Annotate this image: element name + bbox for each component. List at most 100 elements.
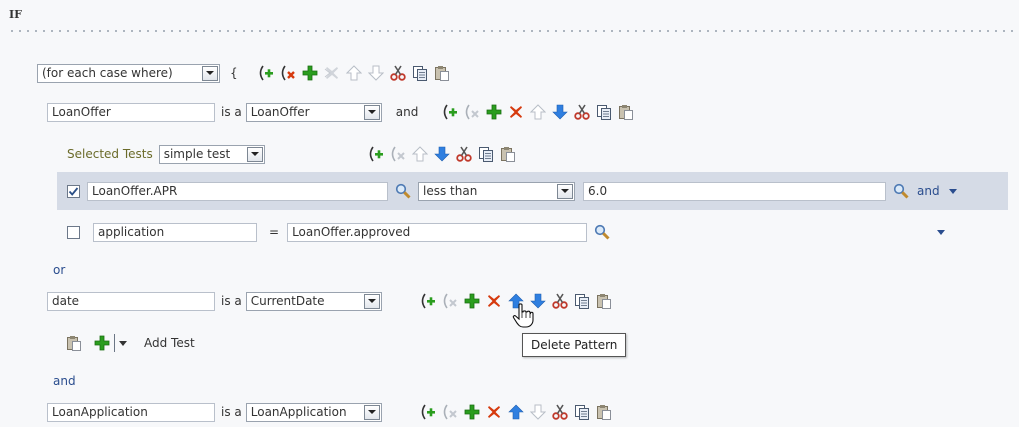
checkmark-icon xyxy=(68,186,79,196)
move-up-disabled-icon xyxy=(412,146,428,162)
pattern-toolbar xyxy=(442,104,634,120)
move-up-disabled-icon xyxy=(346,65,362,81)
pattern-type-select[interactable]: LoanOffer xyxy=(245,102,382,122)
copy-icon[interactable] xyxy=(412,65,428,81)
move-down-icon[interactable] xyxy=(434,146,450,162)
copy-icon[interactable] xyxy=(478,146,494,162)
if-label: IF xyxy=(9,8,22,21)
or-connector-label[interactable]: or xyxy=(53,263,65,277)
move-up-icon[interactable] xyxy=(508,404,524,420)
cut-icon[interactable] xyxy=(390,65,406,81)
test-row-apr: LoanOffer.APR less than 6.0 and xyxy=(57,172,1008,210)
test-right-field[interactable]: LoanOffer.approved xyxy=(287,222,588,242)
test-left-field[interactable]: application xyxy=(93,222,257,242)
open-brace: { xyxy=(230,66,238,80)
toolbar-divider xyxy=(114,334,115,352)
pattern-type-value: CurrentDate xyxy=(250,294,325,308)
hand-cursor-icon xyxy=(512,303,534,328)
delete-paren-disabled-icon xyxy=(464,104,480,120)
paste-icon[interactable] xyxy=(618,104,634,120)
chevron-down-icon xyxy=(363,293,380,309)
add-icon[interactable] xyxy=(464,293,480,309)
add-paren-icon[interactable] xyxy=(420,404,436,420)
pattern-type-value: LoanApplication xyxy=(250,405,347,419)
cut-icon[interactable] xyxy=(552,404,568,420)
cut-icon[interactable] xyxy=(574,104,590,120)
move-down-disabled-icon xyxy=(530,404,546,420)
delete-icon[interactable] xyxy=(486,293,502,309)
add-icon[interactable] xyxy=(464,404,480,420)
pattern-variable-field[interactable]: LoanOffer xyxy=(47,102,215,122)
pattern-variable-field[interactable]: date xyxy=(47,291,215,311)
selected-tests-select[interactable]: simple test xyxy=(158,144,265,164)
and-connector-label[interactable]: and xyxy=(53,374,76,388)
test-checkbox-unchecked[interactable] xyxy=(67,225,80,239)
pattern-row-loanapplication: LoanApplication is a LoanApplication xyxy=(47,397,1019,427)
delete-icon[interactable] xyxy=(508,104,524,120)
paste-icon[interactable] xyxy=(596,404,612,420)
move-down-icon[interactable] xyxy=(552,104,568,120)
delete-disabled-icon xyxy=(324,65,340,81)
selected-tests-row: Selected Tests simple test xyxy=(67,139,1019,169)
test-connector-link[interactable]: and xyxy=(917,184,940,198)
delete-icon[interactable] xyxy=(486,404,502,420)
add-icon[interactable] xyxy=(486,104,502,120)
rule-editor-panel: IF (for each case where) { LoanOffer is … xyxy=(0,0,1019,427)
cut-icon[interactable] xyxy=(552,293,568,309)
search-icon[interactable] xyxy=(594,224,610,240)
selected-tests-value: simple test xyxy=(163,147,231,161)
search-icon[interactable] xyxy=(395,183,411,199)
for-each-toolbar xyxy=(258,65,450,81)
for-each-select[interactable]: (for each case where) xyxy=(37,63,220,83)
copy-icon[interactable] xyxy=(574,404,590,420)
is-a-label: is a xyxy=(221,294,242,308)
delete-paren-icon[interactable] xyxy=(280,65,296,81)
connector-dropdown-icon[interactable] xyxy=(948,188,957,194)
add-paren-icon[interactable] xyxy=(368,146,384,162)
add-test-dropdown-icon[interactable] xyxy=(119,340,127,346)
pattern-variable-field[interactable]: LoanApplication xyxy=(47,402,215,422)
add-icon[interactable] xyxy=(302,65,318,81)
cut-icon[interactable] xyxy=(456,146,472,162)
chevron-down-icon xyxy=(363,404,380,420)
test-operator-select[interactable]: less than xyxy=(418,181,575,201)
test-right-field[interactable]: 6.0 xyxy=(583,181,886,201)
chevron-down-icon xyxy=(246,146,263,162)
delete-paren-disabled-icon xyxy=(442,404,458,420)
equals-operator: = xyxy=(269,225,280,239)
pattern-type-select[interactable]: LoanApplication xyxy=(245,402,382,422)
selected-tests-label: Selected Tests xyxy=(67,147,153,161)
is-a-label: is a xyxy=(221,405,242,419)
pattern-type-select[interactable]: CurrentDate xyxy=(245,291,382,311)
paste-icon[interactable] xyxy=(66,335,82,351)
test-row-application: application = LoanOffer.approved xyxy=(67,217,1019,247)
pattern-row-loanoffer: LoanOffer is a LoanOffer and xyxy=(47,97,1019,127)
pattern-type-value: LoanOffer xyxy=(250,105,310,119)
add-paren-icon[interactable] xyxy=(258,65,274,81)
add-test-icon[interactable] xyxy=(94,335,110,351)
chevron-down-icon xyxy=(202,65,218,81)
paste-icon[interactable] xyxy=(434,65,450,81)
dotted-separator xyxy=(8,30,1013,32)
tests-toolbar xyxy=(368,146,516,162)
test-left-field[interactable]: LoanOffer.APR xyxy=(87,181,388,201)
add-test-button[interactable]: Add Test xyxy=(144,336,195,350)
move-down-disabled-icon xyxy=(368,65,384,81)
search-icon[interactable] xyxy=(893,183,909,199)
chevron-down-icon xyxy=(557,183,573,199)
paste-icon[interactable] xyxy=(596,293,612,309)
chevron-down-icon xyxy=(363,104,380,120)
copy-icon[interactable] xyxy=(596,104,612,120)
and-row: and xyxy=(53,366,1019,396)
add-paren-icon[interactable] xyxy=(420,293,436,309)
paste-icon[interactable] xyxy=(500,146,516,162)
test-checkbox-checked[interactable] xyxy=(67,184,80,198)
test-operator-value: less than xyxy=(423,184,478,198)
delete-paren-disabled-icon xyxy=(442,293,458,309)
connector-dropdown-icon[interactable] xyxy=(937,229,946,235)
copy-icon[interactable] xyxy=(574,293,590,309)
is-a-label: is a xyxy=(221,105,242,119)
for-each-select-value: (for each case where) xyxy=(42,66,173,80)
add-paren-icon[interactable] xyxy=(442,104,458,120)
or-row: or xyxy=(53,255,1019,285)
